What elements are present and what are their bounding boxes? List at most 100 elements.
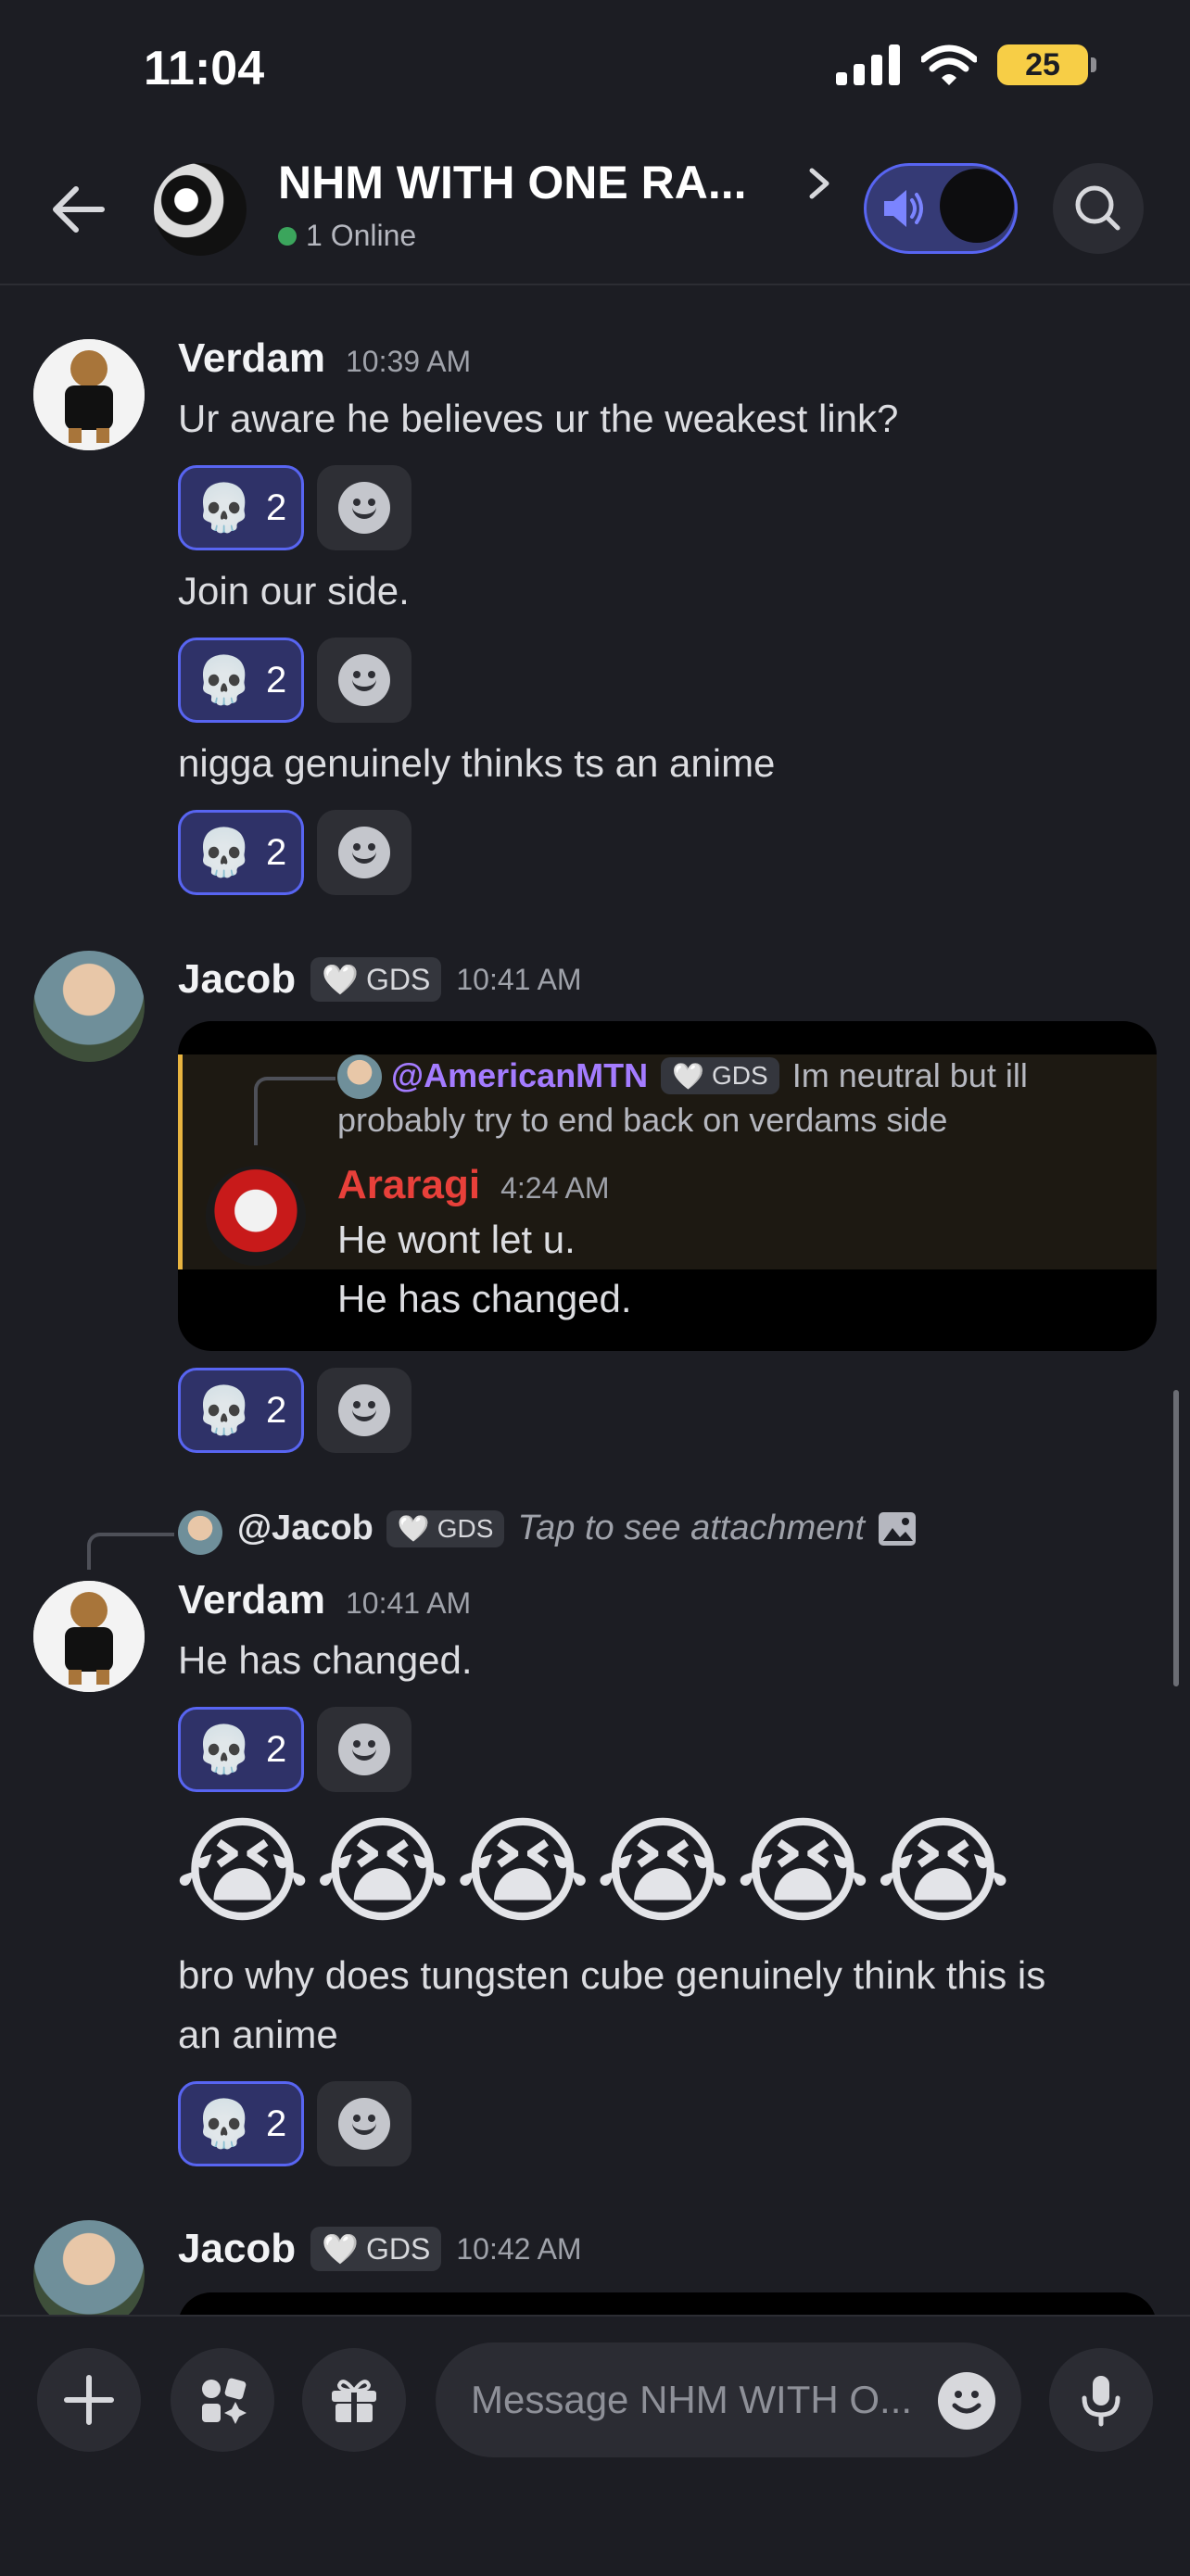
message-text[interactable]: Ur aware he believes ur the weakest link… [178, 389, 898, 448]
reaction-row: 💀 2 [178, 1707, 411, 1792]
channel-avatar[interactable] [154, 163, 247, 256]
gift-icon [332, 2380, 376, 2422]
reaction-count: 2 [266, 1728, 287, 1770]
add-reaction-button[interactable] [317, 810, 411, 895]
message-text[interactable]: nigga genuinely thinks ts an anime [178, 734, 775, 793]
guild-tag-label: GDS [712, 1061, 768, 1090]
voice-message-button[interactable] [1049, 2348, 1153, 2452]
skull-emoji: 💀 [195, 481, 253, 534]
smiley-icon [338, 482, 390, 534]
smiley-icon [338, 654, 390, 706]
reaction-skull[interactable]: 💀 2 [178, 1707, 304, 1792]
reaction-count: 2 [266, 1389, 287, 1431]
emoji-picker-icon[interactable] [938, 2372, 995, 2430]
reaction-count: 2 [266, 2102, 287, 2144]
reply-mention[interactable]: @Jacob [237, 1509, 373, 1548]
add-reaction-button[interactable] [317, 1368, 411, 1453]
scrollbar[interactable] [1173, 1390, 1179, 1686]
crying-emoji-row[interactable]: 😭😭😭😭😭😭 [174, 1807, 1015, 1937]
add-reaction-button[interactable] [317, 638, 411, 723]
timestamp: 10:41 AM [345, 1586, 472, 1620]
reply-connector [87, 1533, 174, 1570]
reaction-skull[interactable]: 💀 2 [178, 810, 304, 895]
reaction-row: 💀 2 [178, 465, 411, 550]
avatar-verdam[interactable] [33, 1581, 145, 1692]
skull-emoji: 💀 [195, 653, 253, 706]
wifi-icon [921, 44, 977, 85]
cellular-signal-icon [836, 44, 900, 85]
guild-tag-label: GDS [437, 1513, 494, 1543]
reaction-skull[interactable]: 💀 2 [178, 638, 304, 723]
avatar-image [33, 339, 145, 450]
reaction-row: 💀 2 [178, 2081, 411, 2166]
search-button[interactable] [1053, 163, 1144, 254]
skull-emoji: 💀 [195, 2097, 253, 2150]
avatar-jacob[interactable] [33, 951, 145, 1062]
author-name[interactable]: Jacob [178, 2226, 296, 2272]
author-name[interactable]: Jacob [178, 956, 296, 1003]
guild-tag-label: GDS [366, 962, 431, 996]
battery-icon: 25 [997, 44, 1096, 85]
author-name[interactable]: Verdam [178, 335, 325, 382]
message-header: Verdam 10:39 AM [178, 335, 471, 382]
reply-connector [254, 1077, 335, 1145]
forward-header: Araragi 4:24 AM [337, 1162, 609, 1208]
reaction-count: 2 [266, 831, 287, 873]
timestamp: 4:24 AM [500, 1171, 610, 1205]
skull-emoji: 💀 [195, 1383, 253, 1436]
reply-avatar [178, 1510, 222, 1555]
reaction-row: 💀 2 [178, 1368, 411, 1453]
status-icons: 25 [836, 44, 1096, 85]
smiley-icon [338, 1384, 390, 1436]
search-icon [1075, 185, 1120, 231]
message-text[interactable]: an anime [178, 2005, 338, 2065]
reaction-skull[interactable]: 💀 2 [178, 1368, 304, 1453]
timestamp: 10:39 AM [345, 345, 472, 378]
message-input-placeholder: Message NHM WITH O... [471, 2378, 913, 2421]
add-attachment-button[interactable] [37, 2348, 141, 2452]
guild-tag: 🤍 GDS [661, 1057, 779, 1094]
smiley-face-icon [952, 2391, 981, 2414]
apps-button[interactable] [171, 2348, 274, 2452]
heart-icon: 🤍 [322, 2232, 360, 2266]
add-reaction-button[interactable] [317, 1707, 411, 1792]
message-input[interactable]: Message NHM WITH O... [436, 2342, 1021, 2457]
reply-preview[interactable]: @Jacob 🤍 GDS Tap to see attachment [237, 1509, 917, 1548]
reaction-row: 💀 2 [178, 810, 411, 895]
heart-icon: 🤍 [672, 1061, 705, 1091]
message-text[interactable]: Join our side. [178, 562, 410, 621]
microphone-icon [1082, 2376, 1120, 2427]
smiley-icon [338, 1724, 390, 1775]
message-text[interactable]: He has changed. [178, 1631, 473, 1690]
status-time: 11:04 [144, 42, 265, 95]
reaction-skull[interactable]: 💀 2 [178, 465, 304, 550]
add-reaction-button[interactable] [317, 2081, 411, 2166]
channel-title[interactable]: NHM WITH ONE RA... [278, 156, 747, 209]
image-attachment-icon [879, 1511, 917, 1546]
author-name[interactable]: Verdam [178, 1577, 325, 1623]
back-arrow-icon[interactable] [44, 176, 111, 243]
reaction-count: 2 [266, 659, 287, 701]
reply-preview[interactable]: @AmericanMTN 🤍 GDS Im neutral but ill [391, 1056, 1028, 1095]
timestamp: 10:42 AM [456, 2231, 582, 2266]
heart-icon: 🤍 [322, 963, 360, 996]
message-text[interactable]: bro why does tungsten cube genuinely thi… [178, 1946, 1045, 2005]
gift-button[interactable] [302, 2348, 406, 2452]
message-header: Jacob 🤍 GDS 10:41 AM [178, 956, 582, 1003]
heart-icon: 🤍 [397, 1514, 430, 1543]
guild-tag[interactable]: 🤍 GDS [310, 2227, 442, 2271]
guild-tag[interactable]: 🤍 GDS [310, 957, 442, 1002]
reply-text: Im neutral but ill [791, 1056, 1028, 1094]
skull-emoji: 💀 [195, 826, 253, 878]
avatar-verdam[interactable] [33, 339, 145, 450]
reply-mention[interactable]: @AmericanMTN [391, 1056, 648, 1095]
timestamp: 10:41 AM [456, 962, 582, 996]
add-reaction-button[interactable] [317, 465, 411, 550]
online-status: 1 Online [278, 219, 416, 253]
reaction-skull[interactable]: 💀 2 [178, 2081, 304, 2166]
forward-text: He has changed. [337, 1277, 632, 1320]
guild-tag: 🤍 GDS [386, 1509, 505, 1547]
chevron-right-icon[interactable] [803, 165, 836, 202]
speaker-icon [884, 190, 923, 227]
apps-icon [202, 2378, 247, 2424]
